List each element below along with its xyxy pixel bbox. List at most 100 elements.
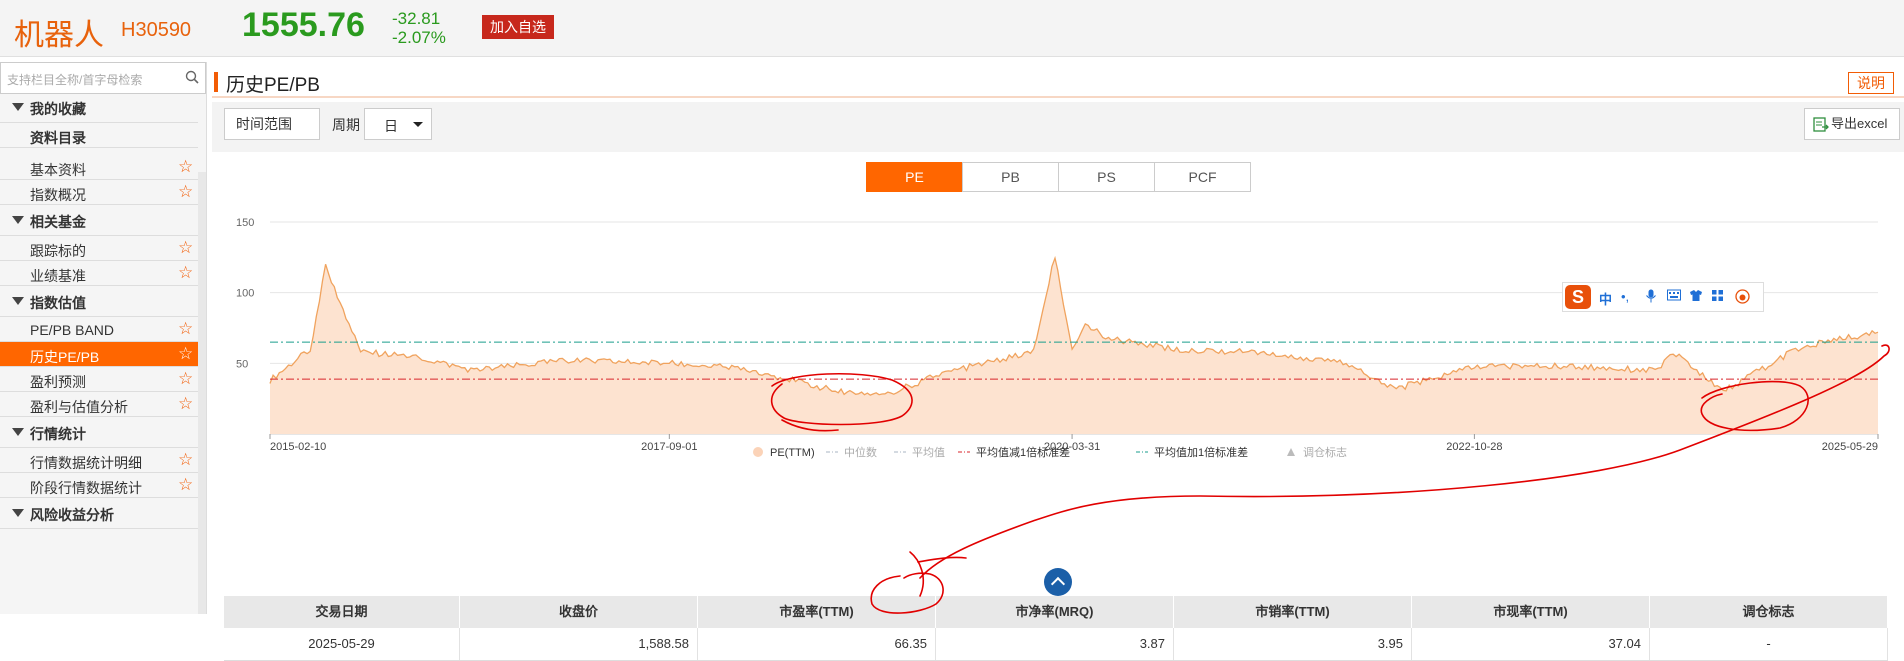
favorite-star-icon[interactable]: ☆ — [178, 395, 193, 413]
index-price: 1555.76 — [242, 6, 365, 44]
ime-chinese-mode[interactable]: 中 — [1599, 289, 1612, 308]
sidebar-item-label: 盈利预测 — [30, 374, 86, 390]
column-header: 市销率(TTM) — [1174, 596, 1412, 628]
ime-punctuation[interactable]: •, — [1621, 289, 1629, 304]
sidebar-item[interactable]: 业绩基准 ☆ — [0, 261, 198, 286]
sidebar-item-label: 盈利与估值分析 — [30, 399, 128, 415]
search-icon[interactable] — [185, 70, 199, 84]
period-value: 日 — [384, 118, 398, 134]
sidebar-item-label: 指数概况 — [30, 187, 86, 203]
page-title: 历史PE/PB — [226, 75, 320, 96]
sidebar-item[interactable]: 指数概况 ☆ — [0, 180, 198, 205]
legend-label: 平均值减1倍标准差 — [976, 445, 1070, 459]
sidebar-item-label: 行情数据统计明细 — [30, 455, 142, 471]
sidebar-item[interactable]: 行情数据统计明细 ☆ — [0, 448, 198, 473]
sidebar: 支持栏目全称/首字母检索 我的收藏资料目录基本资料 ☆ 指数概况 ☆ 相关基金跟踪标的 ☆… — [0, 62, 207, 614]
sidebar-item-label: 相关基金 — [30, 214, 86, 230]
x-tick-label: 2015-02-10 — [270, 441, 326, 453]
expand-triangle-icon[interactable] — [12, 103, 24, 111]
column-header: 收盘价 — [460, 596, 698, 628]
sidebar-item-label: 业绩基准 — [30, 268, 86, 284]
chevron-down-icon — [413, 122, 423, 127]
expand-triangle-icon[interactable] — [12, 428, 24, 436]
toolbar: 时间范围 周期 日 导出excel — [212, 102, 1904, 152]
sidebar-item-label: 行情统计 — [30, 426, 86, 442]
sidebar-item-label: 历史PE/PB — [30, 349, 100, 365]
table-cell: 3.95 — [1174, 628, 1412, 660]
sidebar-item-label: 资料目录 — [30, 130, 86, 146]
expand-triangle-icon[interactable] — [12, 297, 24, 305]
main-panel: 历史PE/PB 说明 时间范围 周期 日 导出excel PE PB PS PCF 5… — [212, 62, 1904, 661]
sidebar-group[interactable]: 指数估值 — [0, 286, 198, 317]
export-excel-button[interactable]: 导出excel — [1804, 108, 1900, 140]
favorite-star-icon[interactable]: ☆ — [178, 183, 193, 201]
sidebar-item-label: 基本资料 — [30, 162, 86, 178]
keyboard-icon[interactable] — [1667, 289, 1681, 301]
legend-label: 中位数 — [844, 445, 877, 459]
sidebar-item-label: 指数估值 — [30, 295, 86, 311]
sidebar-group[interactable]: 相关基金 — [0, 205, 198, 236]
favorite-star-icon[interactable]: ☆ — [178, 476, 193, 494]
column-header: 调仓标志 — [1650, 596, 1888, 628]
table-row[interactable]: 2025-05-29 1,588.58 66.35 3.87 3.95 37.04- — [224, 628, 1888, 661]
sidebar-item-label: 跟踪标的 — [30, 243, 86, 259]
sidebar-item[interactable]: 资料目录 — [0, 123, 198, 148]
face-icon[interactable] — [1735, 289, 1750, 304]
y-tick-label: 50 — [236, 358, 248, 370]
favorite-star-icon[interactable]: ☆ — [178, 320, 193, 338]
x-tick-label: 2022-10-28 — [1446, 441, 1502, 453]
sidebar-item-label: 阶段行情数据统计 — [30, 480, 142, 496]
sidebar-item[interactable]: 盈利与估值分析 ☆ — [0, 392, 198, 417]
x-tick-label: 2017-09-01 — [641, 441, 697, 453]
table-header: 交易日期 收盘价 市盈率(TTM) 市净率(MRQ) 市销率(TTM) 市现率(TTM) 调… — [224, 596, 1888, 628]
legend-label: PE(TTM) — [770, 447, 815, 459]
column-header: 市盈率(TTM) — [698, 596, 936, 628]
table-cell: 1,588.58 — [460, 628, 698, 660]
time-range-button[interactable]: 时间范围 — [224, 108, 320, 140]
sidebar-item-label: PE/PB BAND — [30, 322, 115, 338]
table-cell: 66.35 — [698, 628, 936, 660]
expand-triangle-icon[interactable] — [12, 216, 24, 224]
column-header: 市现率(TTM) — [1412, 596, 1650, 628]
mic-icon[interactable] — [1645, 289, 1657, 303]
favorite-star-icon[interactable]: ☆ — [178, 370, 193, 388]
period-select[interactable]: 日 — [364, 108, 432, 140]
collapse-chart-button[interactable] — [1044, 568, 1072, 596]
quote-header: 机器人 H30590 1555.76 -32.81 -2.07% 加入自选 — [0, 0, 1904, 57]
legend-swatch — [1287, 448, 1295, 456]
sidebar-item[interactable]: 跟踪标的 ☆ — [0, 236, 198, 261]
column-header: 市净率(MRQ) — [936, 596, 1174, 628]
index-name: 机器人 — [14, 19, 104, 52]
sidebar-scrollbar[interactable] — [198, 172, 206, 614]
favorite-star-icon[interactable]: ☆ — [178, 239, 193, 257]
grid-icon[interactable] — [1711, 289, 1724, 302]
legend-label: 调仓标志 — [1303, 445, 1347, 459]
sidebar-item[interactable]: PE/PB BAND ☆ — [0, 317, 198, 342]
sidebar-group[interactable]: 行情统计 — [0, 417, 198, 448]
export-label: 导出excel — [1831, 116, 1888, 131]
sidebar-search-input[interactable]: 支持栏目全称/首字母检索 — [0, 62, 206, 94]
legend-label: 平均值加1倍标准差 — [1154, 445, 1248, 459]
favorite-star-icon[interactable]: ☆ — [178, 158, 193, 176]
search-placeholder: 支持栏目全称/首字母检索 — [7, 73, 143, 87]
favorite-star-icon[interactable]: ☆ — [178, 264, 193, 282]
expand-triangle-icon[interactable] — [12, 509, 24, 517]
legend-label: 平均值 — [912, 446, 945, 459]
sidebar-item[interactable]: 阶段行情数据统计 ☆ — [0, 473, 198, 498]
favorite-star-icon[interactable]: ☆ — [178, 345, 193, 363]
shirt-icon[interactable] — [1689, 289, 1703, 302]
sidebar-item[interactable]: 历史PE/PB ☆ — [0, 342, 198, 367]
legend-swatch — [753, 447, 763, 457]
sidebar-item[interactable]: 基本资料 ☆ — [0, 155, 198, 180]
change-percent: -2.07% — [392, 28, 446, 47]
title-accent — [214, 72, 218, 92]
favorite-star-icon[interactable]: ☆ — [178, 451, 193, 469]
sidebar-item[interactable]: 盈利预测 ☆ — [0, 367, 198, 392]
sidebar-group[interactable]: 我的收藏 — [0, 92, 198, 123]
add-to-watchlist-button[interactable]: 加入自选 — [482, 15, 554, 39]
section-title-bar: 历史PE/PB 说明 — [212, 66, 1904, 98]
index-code: H30590 — [121, 19, 192, 41]
explain-button[interactable]: 说明 — [1848, 72, 1894, 94]
ime-toolbar[interactable]: S 中 •, — [1562, 282, 1764, 312]
sidebar-group[interactable]: 风险收益分析 — [0, 498, 198, 529]
